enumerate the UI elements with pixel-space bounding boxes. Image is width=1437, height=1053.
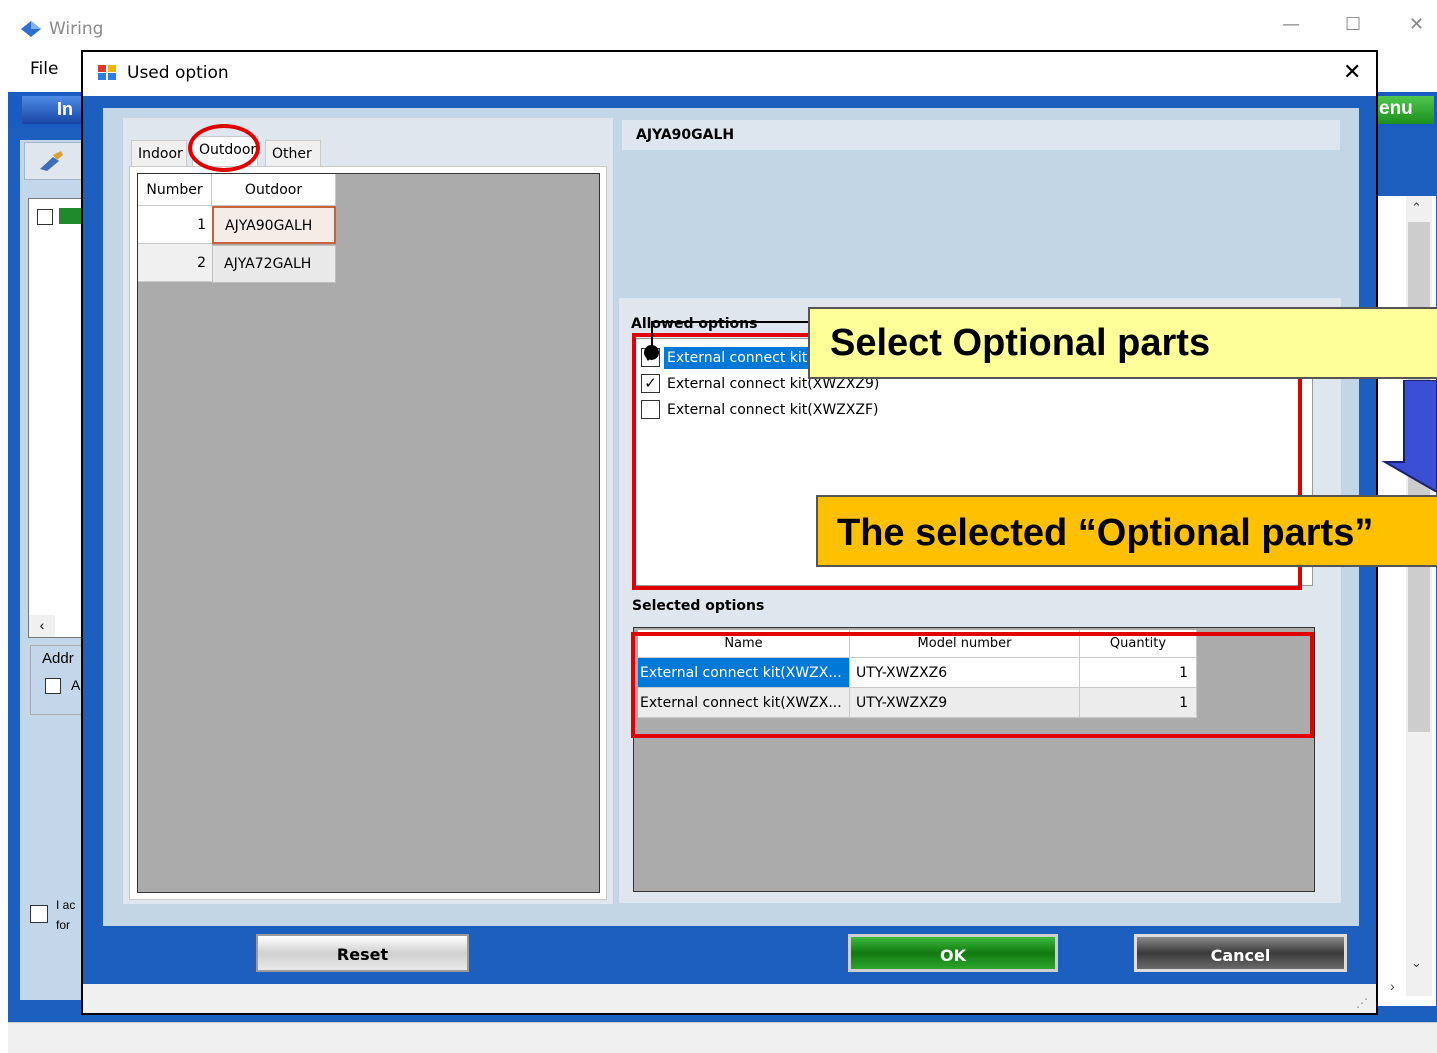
- menu-file[interactable]: File: [30, 59, 58, 79]
- address-label: Addr: [42, 650, 74, 667]
- column-header-outdoor: Outdoor: [212, 174, 336, 206]
- column-header-number: Number: [138, 174, 212, 206]
- reset-button[interactable]: Reset: [256, 934, 469, 972]
- resize-grip-icon[interactable]: ⋰: [1356, 996, 1368, 1010]
- tab-indoor[interactable]: Indoor: [131, 140, 187, 166]
- wiring-tree-list[interactable]: ‹: [28, 198, 84, 638]
- allowed-options-label: Allowed options: [631, 316, 758, 332]
- dialog-footer: [83, 984, 1376, 1013]
- accept-checkbox[interactable]: [30, 905, 48, 923]
- dialog-close-button[interactable]: ✕: [1343, 60, 1361, 85]
- minimize-button[interactable]: —: [1282, 14, 1300, 35]
- accept-label-line1: I ac: [56, 898, 76, 912]
- row-number: 1: [138, 206, 212, 244]
- callout-dot: [644, 345, 659, 360]
- cancel-button[interactable]: Cancel: [1134, 934, 1347, 972]
- ok-button[interactable]: OK: [848, 934, 1058, 972]
- folder-icon: [59, 208, 81, 224]
- callout-selected-optional-parts: The selected “Optional parts”: [816, 495, 1437, 567]
- window-close-button[interactable]: ✕: [1409, 14, 1424, 35]
- address-group: Addr A: [30, 645, 84, 715]
- dialog-title: Used option: [127, 63, 229, 83]
- menu-button[interactable]: enu: [1376, 96, 1434, 124]
- status-bar: [8, 1022, 1437, 1053]
- scroll-right-icon[interactable]: ›: [1390, 978, 1395, 994]
- selected-options-label: Selected options: [632, 598, 765, 614]
- annotation-outdoor-circle: [188, 124, 260, 172]
- tree-checkbox[interactable]: [37, 209, 53, 225]
- tool-button[interactable]: [24, 142, 82, 180]
- row-number: 2: [138, 244, 212, 282]
- wiring-titlebar: [8, 8, 1437, 50]
- hand-pen-icon: [40, 151, 63, 171]
- scroll-down-icon[interactable]: ⌄: [1411, 955, 1422, 971]
- callout-leader-line: [651, 321, 808, 323]
- scroll-up-icon[interactable]: ⌃: [1411, 200, 1422, 216]
- down-arrow-icon: [1381, 380, 1437, 492]
- wiring-window-title: Wiring: [49, 19, 104, 39]
- callout-select-optional-parts: Select Optional parts: [808, 307, 1437, 379]
- address-checkbox[interactable]: [45, 678, 61, 694]
- outdoor-unit-cell[interactable]: AJYA90GALH: [212, 206, 336, 244]
- model-header: AJYA90GALH: [622, 120, 1340, 150]
- dialog-app-icon: [97, 64, 117, 81]
- tab-other[interactable]: Other: [265, 140, 321, 166]
- maximize-button[interactable]: ☐: [1345, 14, 1361, 35]
- scroll-left-icon[interactable]: ‹: [29, 615, 55, 637]
- address-checkbox-label: A: [71, 677, 81, 693]
- app-diamond-icon: [21, 21, 41, 37]
- accept-label-line2: for: [56, 918, 71, 932]
- annotation-selected-box: [631, 632, 1314, 738]
- outdoor-unit-cell[interactable]: AJYA72GALH: [212, 245, 336, 283]
- indoor-section-tab[interactable]: In: [22, 96, 82, 124]
